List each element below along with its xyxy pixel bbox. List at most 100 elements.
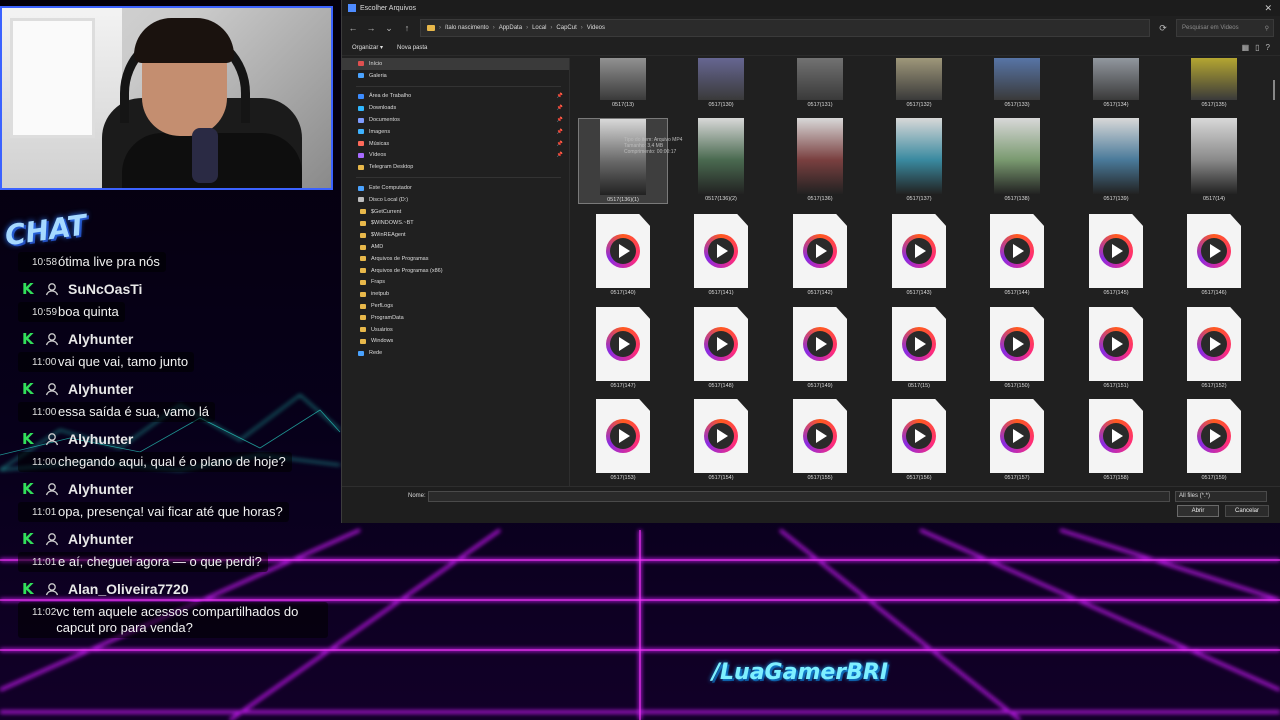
nav-item[interactable]: ProgramData (342, 312, 569, 324)
nav-item[interactable]: Windows (342, 336, 569, 348)
chat-author[interactable]: Alyhunter (68, 481, 133, 497)
nav-item[interactable]: Área de Trabalho 📌 (342, 91, 569, 103)
file-item[interactable]: 0517(141) (676, 214, 766, 296)
breadcrumb[interactable]: › ítalo nascimento › AppData › Local › CapC… (420, 19, 1150, 37)
nav-item[interactable]: Músicas 📌 (342, 138, 569, 150)
file-item[interactable]: 0517(148) (676, 307, 766, 389)
nav-item[interactable]: $WinREAgent (342, 229, 569, 241)
up-arrow-icon[interactable]: ↑ (402, 23, 412, 33)
file-item[interactable]: 0517(152) (1169, 307, 1259, 389)
file-item[interactable]: 0517(137) (874, 118, 964, 202)
nav-item[interactable]: AMD (342, 241, 569, 253)
chat-author[interactable]: Alyhunter (68, 331, 133, 347)
chat-author[interactable]: Alyhunter (68, 431, 133, 447)
file-name: 0517(142) (807, 290, 833, 296)
chat-author[interactable]: SuNcOasTi (68, 281, 142, 297)
file-item[interactable]: 0517(131) (775, 58, 865, 108)
open-button[interactable]: Abrir (1177, 505, 1219, 517)
breadcrumb-item[interactable]: ítalo nascimento (445, 25, 489, 31)
nav-item[interactable]: Fraps (342, 277, 569, 289)
nav-item[interactable]: Documentos 📌 (342, 114, 569, 126)
home-icon (358, 61, 364, 67)
file-type-select[interactable]: All files (*.*) (1175, 491, 1267, 502)
nav-item[interactable]: Galeria (342, 70, 569, 82)
file-item[interactable]: 0517(150) (972, 307, 1062, 389)
file-item[interactable]: 0517(156) (874, 399, 964, 481)
file-item[interactable]: 0517(133) (972, 58, 1062, 108)
file-item[interactable]: 0517(134) (1071, 58, 1161, 108)
file-item[interactable]: 0517(155) (775, 399, 865, 481)
file-item[interactable]: 0517(153) (578, 399, 668, 481)
file-item[interactable]: 0517(157) (972, 399, 1062, 481)
file-item[interactable]: 0517(142) (775, 214, 865, 296)
file-item[interactable]: 0517(149) (775, 307, 865, 389)
pin-icon[interactable]: 📌 (557, 105, 563, 111)
scrollbar[interactable] (1273, 60, 1276, 480)
nav-item[interactable]: Arquivos de Programas (342, 253, 569, 265)
nav-item[interactable]: Imagens 📌 (342, 126, 569, 138)
file-item[interactable]: 0517(136)(1) (578, 118, 668, 204)
breadcrumb-item[interactable]: Local (532, 25, 546, 31)
file-item[interactable]: 0517(146) (1169, 214, 1259, 296)
file-item[interactable]: 0517(13) (578, 58, 668, 108)
nav-item[interactable]: PerfLogs (342, 300, 569, 312)
file-item[interactable]: 0517(139) (1071, 118, 1161, 202)
nav-item[interactable]: Arquivos de Programas (x86) (342, 265, 569, 277)
refresh-icon[interactable]: ⟳ (1158, 23, 1168, 34)
pin-icon[interactable]: 📌 (557, 129, 563, 135)
chevron-down-icon[interactable]: ⌄ (384, 23, 394, 34)
nav-item-label: Este Computador (369, 185, 412, 192)
file-item[interactable]: 0517(151) (1071, 307, 1161, 389)
forward-arrow-icon[interactable]: → (366, 23, 376, 33)
nav-item[interactable]: $WINDOWS.~BT (342, 218, 569, 230)
file-item[interactable]: 0517(158) (1071, 399, 1161, 481)
file-item[interactable]: 0517(145) (1071, 214, 1161, 296)
close-icon[interactable]: ✕ (1264, 3, 1272, 14)
pin-icon[interactable]: 📌 (557, 152, 563, 158)
file-item[interactable]: 0517(143) (874, 214, 964, 296)
file-item[interactable]: 0517(136)(2) (676, 118, 766, 202)
nav-item[interactable]: Downloads 📌 (342, 102, 569, 114)
file-item[interactable]: 0517(140) (578, 214, 668, 296)
chat-author[interactable]: Alyhunter (68, 531, 133, 547)
file-item[interactable]: 0517(15) (874, 307, 964, 389)
pin-icon[interactable]: 📌 (557, 141, 563, 147)
nav-item[interactable]: inetpub (342, 288, 569, 300)
nav-item[interactable]: Usuários (342, 324, 569, 336)
help-icon[interactable]: ? (1266, 43, 1270, 52)
organize-button[interactable]: Organizar ▾ (352, 44, 383, 51)
file-item[interactable]: 0517(132) (874, 58, 964, 108)
file-item[interactable]: 0517(135) (1169, 58, 1259, 108)
new-folder-button[interactable]: Nova pasta (397, 45, 427, 51)
filename-input[interactable] (428, 491, 1170, 502)
chat-author[interactable]: Alyhunter (68, 381, 133, 397)
back-arrow-icon[interactable]: ← (348, 23, 358, 33)
nav-item[interactable]: $GetCurrent (342, 206, 569, 218)
file-item[interactable]: 0517(130) (676, 58, 766, 108)
nav-item[interactable]: Rede (342, 347, 569, 359)
nav-item[interactable]: Disco Local (D:) (342, 194, 569, 206)
file-item[interactable]: 0517(147) (578, 307, 668, 389)
search-input[interactable]: Pesquisar em Videos ⚲ (1176, 19, 1274, 37)
user-icon (45, 483, 59, 496)
file-item[interactable]: 0517(138) (972, 118, 1062, 202)
file-item[interactable]: 0517(159) (1169, 399, 1259, 481)
cancel-button[interactable]: Cancelar (1225, 505, 1269, 517)
breadcrumb-item[interactable]: Videos (587, 25, 605, 31)
file-item[interactable]: 0517(14) (1169, 118, 1259, 202)
chat-author[interactable]: Alan_Oliveira7720 (68, 581, 189, 597)
pin-icon[interactable]: 📌 (557, 117, 563, 123)
breadcrumb-item[interactable]: AppData (499, 25, 522, 31)
preview-pane-icon[interactable]: ▯ (1255, 43, 1259, 52)
nav-item[interactable]: Início (342, 58, 569, 70)
nav-item[interactable]: Vídeos 📌 (342, 150, 569, 162)
pin-icon[interactable]: 📌 (557, 93, 563, 99)
file-item[interactable]: 0517(154) (676, 399, 766, 481)
file-item[interactable]: 0517(136) (775, 118, 865, 202)
nav-item[interactable]: Este Computador (342, 182, 569, 194)
view-icon[interactable]: ▦ (1242, 43, 1250, 52)
breadcrumb-item[interactable]: CapCut (556, 25, 576, 31)
file-item[interactable]: 0517(144) (972, 214, 1062, 296)
kick-badge-icon: K (22, 530, 34, 548)
nav-item[interactable]: Telegram Desktop (342, 161, 569, 173)
